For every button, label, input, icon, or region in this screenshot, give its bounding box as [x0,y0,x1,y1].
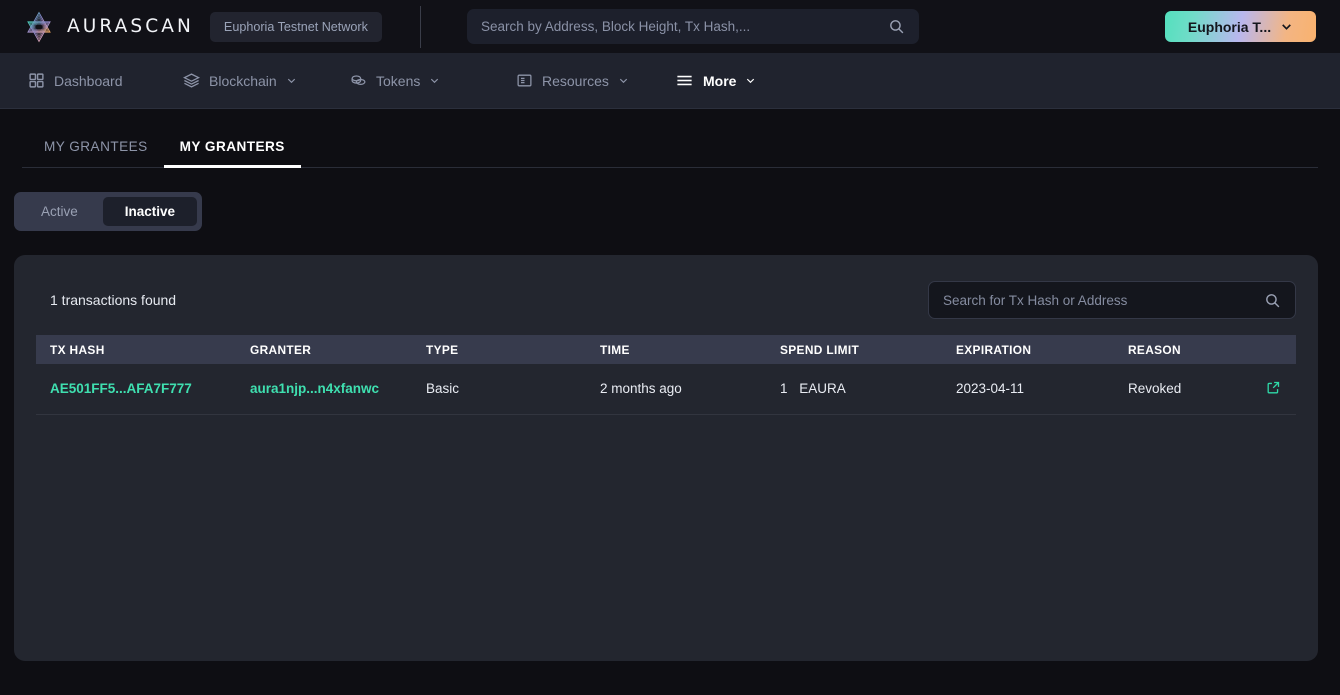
brand-name: AURASCAN [67,16,194,37]
wallet-label: Euphoria T... [1187,18,1272,35]
cell-type: Basic [426,381,460,397]
search-icon[interactable] [888,18,905,35]
grid-icon [29,73,44,88]
table-head: TX HASH GRANTER TYPE TIME SPEND LIMIT EX… [36,335,1296,364]
nav-item-more[interactable]: More [675,53,756,109]
nav-label-tokens: Tokens [376,72,421,89]
layers-icon [183,73,200,88]
header-divider [419,5,421,48]
chevron-down-icon [1282,24,1291,30]
network-badge: Euphoria Testnet Network [209,11,382,42]
spend-limit-unit: EAURA [799,381,846,397]
column-header-reason: REASON [1128,342,1181,357]
aura-star-logo-icon [27,11,51,42]
brand-logo[interactable]: AURASCAN [22,10,194,44]
column-header-time: TIME [600,342,630,357]
cell-spend-limit: 1 EAURA [766,364,942,414]
tab-my-granters[interactable]: MY GRANTERS [163,131,301,168]
results-count: 1 transactions found [50,292,177,308]
external-link-glyph [1267,381,1280,394]
hamburger-icon [677,75,692,86]
table-body: AE501FF5...AFA7F777 aura1njp...n4xfanwc … [36,364,1296,414]
cell-expiration: 2023-04-11 [956,381,1025,397]
wallet-network-button[interactable]: Euphoria T... [1165,11,1316,42]
cell-time: 2 months ago [600,381,682,397]
nav-label-blockchain: Blockchain [209,72,277,89]
chevron-down-icon [747,78,755,84]
nav-item-dashboard[interactable]: Dashboard [28,53,183,109]
table-row: AE501FF5...AFA7F777 aura1njp...n4xfanwc … [36,364,1296,414]
chevron-down-icon [431,78,439,84]
table-search-input[interactable] [943,292,1264,308]
status-filter-toggle: Active Inactive [14,192,203,231]
page-tabs-container: MY GRANTEES MY GRANTERS [0,131,1340,168]
nav-label-dashboard: Dashboard [54,72,123,89]
granters-table: TX HASH GRANTER TYPE TIME SPEND LIMIT EX… [36,335,1296,415]
book-icon [517,74,532,87]
search-input[interactable] [481,19,888,34]
column-header-type: TYPE [426,342,459,357]
coins-icon [351,75,366,85]
column-header-tx-hash: TX HASH [50,342,105,357]
cell-reason: Revoked [1128,381,1182,397]
spend-limit-value: 1 [780,381,788,397]
status-filter-container: Active Inactive [0,168,1340,231]
cell-action [1252,364,1296,414]
cell-granter[interactable]: aura1njp...n4xfanwc [236,364,412,414]
table-header-row: TX HASH GRANTER TYPE TIME SPEND LIMIT EX… [36,335,1296,364]
external-link-icon[interactable] [1266,380,1281,398]
transactions-card: 1 transactions found TX HASH GRANTER TYP… [14,255,1318,661]
column-header-action [1252,335,1296,364]
cell-tx-hash[interactable]: AE501FF5...AFA7F777 [36,364,236,414]
column-header-spend-limit: SPEND LIMIT [780,342,860,357]
main-navigation: Dashboard Blockchain Tokens Resources Mo… [0,53,1340,109]
card-header: 1 transactions found [36,277,1296,321]
chevron-down-icon [287,78,295,84]
nav-label-resources: Resources [542,72,609,89]
filter-active-button[interactable]: Active [19,197,100,226]
search-icon[interactable] [1264,292,1281,309]
column-header-granter: GRANTER [250,342,312,357]
global-search[interactable] [467,9,919,44]
top-bar: AURASCAN Euphoria Testnet Network Euphor… [0,0,1340,53]
page-tabs: MY GRANTEES MY GRANTERS [22,131,1318,168]
nav-item-tokens[interactable]: Tokens [350,53,516,109]
filter-inactive-button[interactable]: Inactive [102,197,198,226]
chevron-down-icon [619,78,628,84]
nav-item-resources[interactable]: Resources [516,53,675,109]
tab-my-grantees[interactable]: MY GRANTEES [28,131,164,168]
table-search[interactable] [928,281,1296,319]
nav-label-more: More [703,72,737,89]
nav-item-blockchain[interactable]: Blockchain [183,53,350,109]
column-header-expiration: EXPIRATION [956,342,1032,357]
